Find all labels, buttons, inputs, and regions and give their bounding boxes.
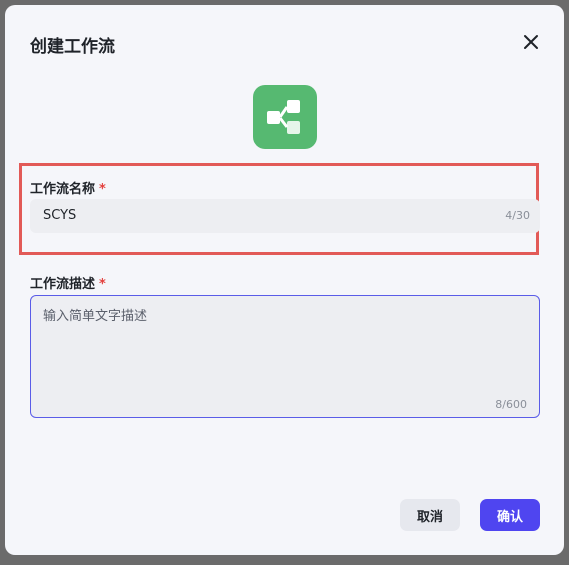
desc-label-text: 工作流描述 bbox=[30, 277, 96, 292]
create-workflow-dialog: 创建工作流 工作流名称 * SCYS 4/30 工作流描述 * 输入简单文字描述 8… bbox=[5, 5, 564, 555]
close-icon[interactable] bbox=[520, 31, 542, 53]
dialog-title: 创建工作流 bbox=[30, 37, 115, 57]
workflow-description-textarea[interactable]: 输入简单文字描述 8/600 bbox=[30, 295, 540, 418]
required-mark: * bbox=[99, 277, 106, 292]
desc-char-counter: 8/600 bbox=[495, 398, 527, 411]
desc-label: 工作流描述 * bbox=[30, 273, 106, 292]
name-label-text: 工作流名称 bbox=[30, 182, 96, 197]
confirm-button[interactable]: 确认 bbox=[480, 499, 540, 531]
description-placeholder: 输入简单文字描述 bbox=[43, 309, 148, 324]
required-mark: * bbox=[99, 182, 106, 197]
name-char-counter: 4/30 bbox=[505, 209, 530, 222]
workflow-name-value: SCYS bbox=[43, 208, 77, 223]
workflow-icon[interactable] bbox=[253, 85, 317, 149]
workflow-name-input[interactable]: SCYS 4/30 bbox=[30, 199, 540, 233]
name-label: 工作流名称 * bbox=[30, 178, 106, 197]
cancel-button[interactable]: 取消 bbox=[400, 499, 460, 531]
